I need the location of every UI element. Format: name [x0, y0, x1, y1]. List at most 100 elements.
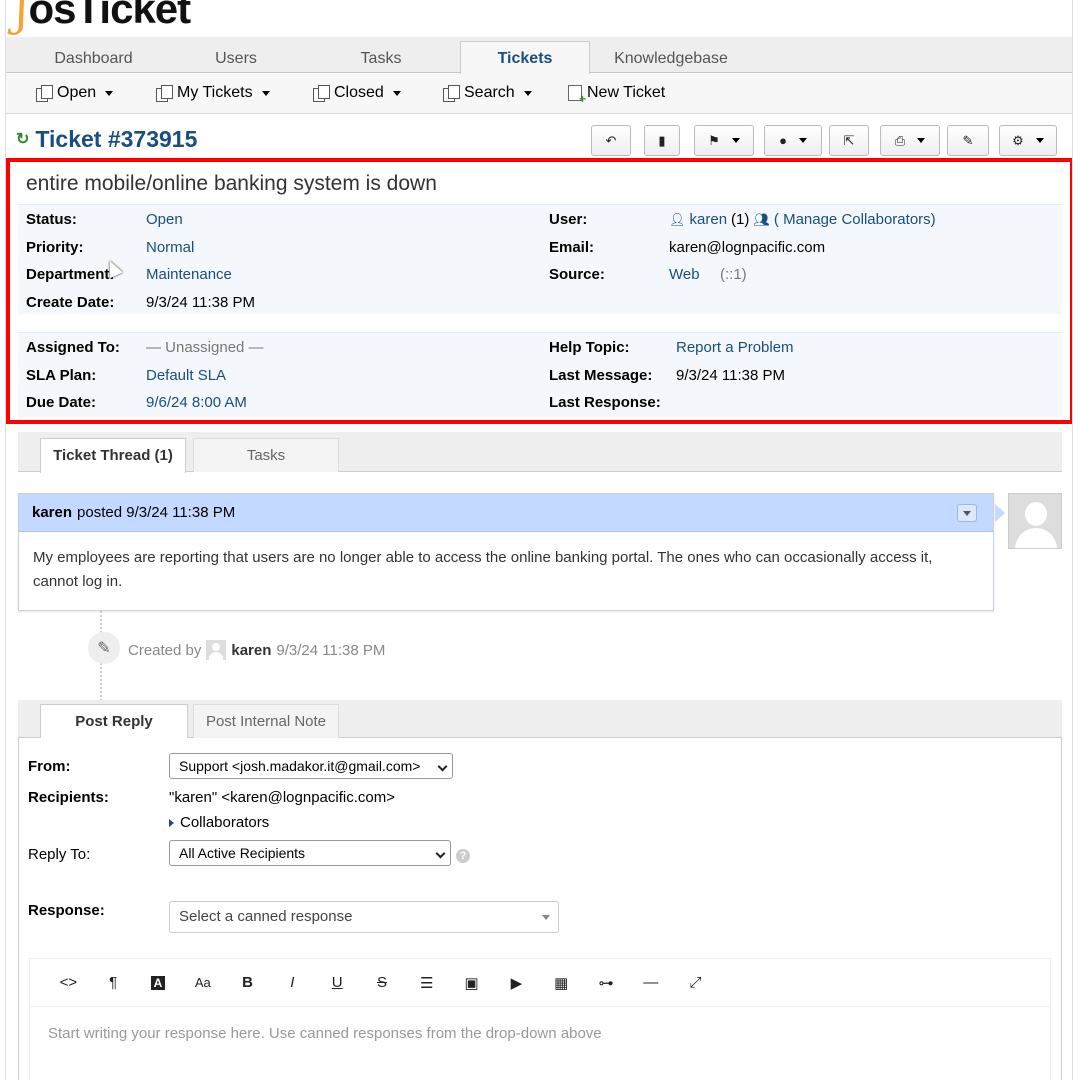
sla-plan-label: SLA Plan: [26, 367, 97, 384]
link-icon[interactable]: ⊶ [584, 974, 629, 992]
tab-users[interactable]: Users [176, 41, 296, 73]
assigned-to-value[interactable]: — Unassigned — [146, 339, 264, 356]
font-size-icon[interactable]: Aa [180, 975, 225, 990]
editor-toolbar: <> ¶ A Aa B I U S ☰ ▣ ▶ ▦ ⊶ — ⤢ [30, 959, 1050, 1007]
due-date-value[interactable]: 9/6/24 8:00 AM [146, 394, 247, 411]
thread-entry: karen posted 9/3/24 11:38 PM My employee… [18, 493, 1005, 611]
assign-menu-button[interactable]: ● [764, 125, 822, 156]
collaborators-label: Collaborators [180, 814, 270, 831]
more-menu-button[interactable]: ⚙ [999, 125, 1057, 156]
tab-tickets[interactable]: Tickets [460, 41, 590, 74]
image-icon[interactable]: ▣ [449, 974, 494, 992]
canned-response-select[interactable]: Select a canned response [169, 901, 559, 933]
tab-knowledgebase[interactable]: Knowledgebase [604, 41, 738, 73]
tab-post-reply[interactable]: Post Reply [40, 704, 188, 739]
priority-value[interactable]: Normal [146, 239, 194, 256]
table-icon[interactable]: ▦ [539, 974, 584, 992]
copy-icon [313, 85, 330, 102]
from-label: From: [28, 758, 71, 775]
thread-event: Created by karen 9/3/24 11:38 PM [128, 640, 385, 660]
reply-button[interactable]: ↶ [591, 125, 631, 156]
from-select[interactable]: Support <josh.madakor.it@gmail.com> [169, 753, 453, 779]
user-value[interactable]: 👤︎ karen (1) 👥︎ ( Manage Collaborators) [669, 211, 936, 228]
reply-to-label: Reply To: [28, 846, 91, 863]
edit-icon: ✎ [962, 132, 974, 148]
recipients-value[interactable]: "karen" <karen@lognpacific.com> [169, 789, 395, 806]
help-topic-value[interactable]: Report a Problem [676, 339, 794, 356]
my-tickets-menu[interactable]: My Tickets [156, 84, 270, 102]
pdf-button[interactable]: ▮ [644, 125, 680, 156]
department-value[interactable]: Maintenance [146, 266, 232, 283]
italic-icon[interactable]: I [270, 974, 315, 991]
rich-text-editor: <> ¶ A Aa B I U S ☰ ▣ ▶ ▦ ⊶ — ⤢ Start wr… [29, 958, 1051, 1080]
entry-posted: posted 9/3/24 11:38 PM [77, 504, 236, 521]
create-date-label: Create Date: [26, 294, 115, 311]
reply-to-value: All Active Recipients [179, 845, 306, 861]
caret-down-icon [731, 138, 740, 143]
email-value: karen@lognpacific.com [669, 239, 826, 256]
editor-placeholder[interactable]: Start writing your response here. Use ca… [30, 1007, 1050, 1060]
underline-icon[interactable]: U [315, 974, 360, 991]
entry-author: karen [32, 504, 73, 521]
code-view-icon[interactable]: <> [46, 974, 91, 991]
source-label: Source: [549, 266, 605, 283]
tab-ticket-thread[interactable]: Ticket Thread (1) [40, 438, 186, 473]
refresh-icon[interactable]: ↻ [16, 129, 29, 149]
strikethrough-icon[interactable]: S [360, 974, 405, 991]
tab-dashboard[interactable]: Dashboard [26, 41, 161, 73]
search-menu[interactable]: Search [443, 84, 532, 102]
event-user: karen [231, 641, 272, 659]
from-value: Support <josh.madakor.it@gmail.com> [179, 758, 421, 774]
due-date-label: Due Date: [26, 394, 97, 411]
closed-label: Closed [334, 84, 384, 101]
event-time: 9/3/24 11:38 PM [276, 641, 386, 659]
ticket-number[interactable]: Ticket #373915 [35, 126, 197, 153]
print-menu-button[interactable]: ⎙ [880, 125, 940, 156]
collaborators-toggle[interactable]: Collaborators [169, 814, 269, 831]
entry-body: My employees are reporting that users ar… [33, 549, 933, 590]
osticket-logo[interactable]: ʃ osTicket [16, 0, 192, 32]
paragraph-icon[interactable]: ¶ [91, 974, 136, 991]
open-tickets-menu[interactable]: Open [36, 84, 114, 102]
email-label: Email: [549, 239, 595, 256]
bold-icon[interactable]: B [225, 974, 270, 991]
ticket-title-row: ↻ Ticket #373915 [16, 122, 197, 156]
tab-thread-tasks[interactable]: Tasks [193, 438, 339, 472]
tab-tasks[interactable]: Tasks [316, 41, 446, 73]
horizontal-rule-icon[interactable]: — [628, 974, 673, 991]
help-topic-label: Help Topic: [549, 339, 630, 356]
manage-collaborators-link[interactable]: ( Manage Collaborators) [774, 211, 936, 228]
last-message-label: Last Message: [549, 367, 653, 384]
thread-tabs: Ticket Thread (1) Tasks [18, 432, 1062, 473]
recipients-label: Recipients: [28, 789, 109, 806]
entry-options-button[interactable] [957, 504, 977, 522]
last-response-label: Last Response: [549, 394, 661, 411]
text-color-icon[interactable]: A [136, 974, 181, 991]
tab-post-internal-note[interactable]: Post Internal Note [193, 704, 339, 738]
edit-button[interactable]: ✎ [947, 125, 989, 156]
help-icon[interactable]: ? [456, 849, 470, 863]
status-value[interactable]: Open [146, 211, 183, 228]
user-icon: ● [779, 133, 787, 148]
caret-right-icon [169, 818, 174, 827]
logo-word: osTicket [28, 0, 192, 32]
chevron-down-icon [437, 761, 448, 772]
collaborators-icon: 👥︎ [753, 211, 770, 227]
fullscreen-icon[interactable]: ⤢ [673, 974, 718, 991]
video-icon[interactable]: ▶ [494, 974, 539, 992]
magic-wand-icon: ✎ [88, 632, 120, 664]
reply-to-select[interactable]: All Active Recipients [169, 840, 451, 866]
open-label: Open [57, 84, 97, 101]
sla-plan-value[interactable]: Default SLA [146, 367, 226, 384]
list-icon[interactable]: ☰ [404, 974, 449, 992]
new-ticket-link[interactable]: New Ticket [568, 84, 665, 106]
user-name[interactable]: karen [690, 211, 728, 228]
assigned-to-label: Assigned To: [26, 339, 120, 356]
gear-icon: ⚙ [1012, 132, 1024, 148]
transfer-button[interactable]: ⇱ [829, 125, 869, 156]
flag-menu-button[interactable]: ⚑ [694, 125, 754, 156]
avatar [1008, 493, 1062, 549]
new-ticket-icon [568, 85, 586, 106]
ticket-info-panel: entire mobile/online banking system is d… [6, 158, 1072, 424]
closed-tickets-menu[interactable]: Closed [313, 84, 401, 102]
